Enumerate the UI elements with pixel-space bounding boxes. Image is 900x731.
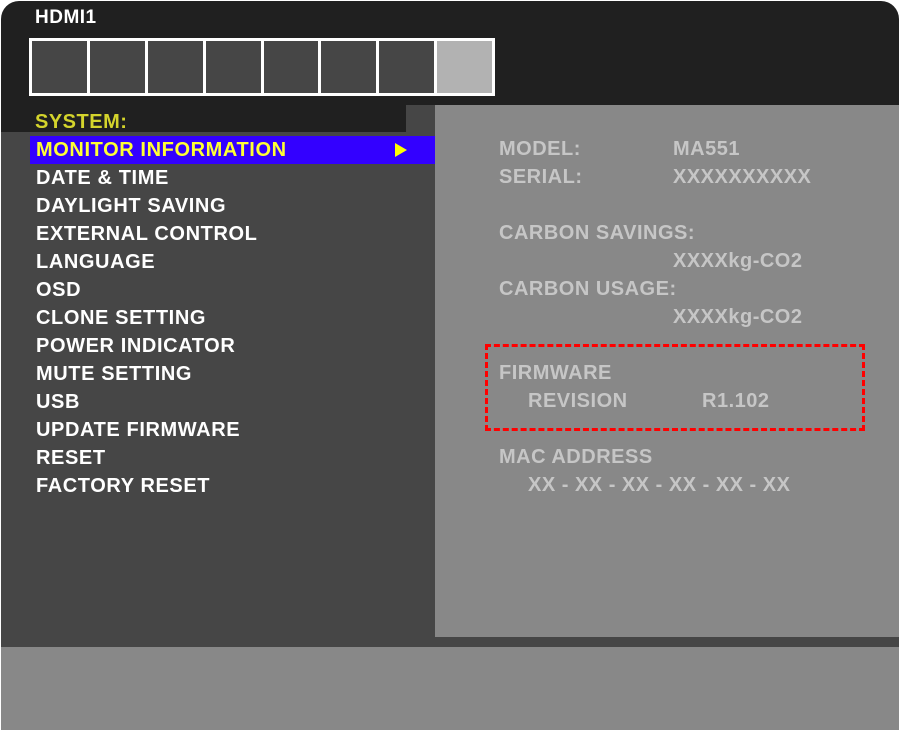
- menu-item-clone-setting[interactable]: CLONE SETTING: [30, 304, 435, 332]
- input-source-label: HDMI1: [35, 7, 97, 28]
- carbon-usage-value: XXXXkg-CO2: [673, 306, 803, 328]
- revision-label: REVISION: [528, 390, 628, 412]
- category-tabs: [29, 38, 495, 96]
- carbon-savings-value: XXXXkg-CO2: [673, 250, 803, 272]
- menu-item-external-control[interactable]: EXTERNAL CONTROL: [30, 220, 435, 248]
- menu-item-label: MONITOR INFORMATION: [36, 139, 287, 161]
- menu-item-label: OSD: [36, 279, 82, 301]
- divider: [1, 637, 899, 647]
- menu-item-date-time[interactable]: DATE & TIME: [30, 164, 435, 192]
- menu-item-label: EXTERNAL CONTROL: [36, 223, 258, 245]
- menu-item-label: LANGUAGE: [36, 251, 156, 273]
- menu-item-label: FACTORY RESET: [36, 475, 211, 497]
- section-title: SYSTEM:: [35, 111, 128, 133]
- category-tab-5[interactable]: [263, 41, 319, 93]
- menu-panel-corner: [406, 105, 436, 133]
- menu-item-power-indicator[interactable]: POWER INDICATOR: [30, 332, 435, 360]
- menu-item-label: POWER INDICATOR: [36, 335, 236, 357]
- category-tab-6[interactable]: [321, 41, 377, 93]
- osd-window: HDMI1 SYSTEM: MONITOR INFORMATION DATE &…: [1, 1, 899, 730]
- carbon-savings-label: CARBON SAVINGS:: [499, 222, 696, 244]
- arrow-right-icon: [395, 143, 407, 157]
- menu-item-label: UPDATE FIRMWARE: [36, 419, 241, 441]
- menu-item-osd[interactable]: OSD: [30, 276, 435, 304]
- menu-item-reset[interactable]: RESET: [30, 444, 435, 472]
- menu-item-usb[interactable]: USB: [30, 388, 435, 416]
- serial-value: XXXXXXXXXX: [673, 166, 812, 188]
- mac-address-label: MAC ADDRESS: [499, 446, 653, 468]
- category-tab-3[interactable]: [147, 41, 203, 93]
- firmware-label: FIRMWARE: [499, 362, 612, 384]
- menu-item-label: RESET: [36, 447, 106, 469]
- menu-item-mute-setting[interactable]: MUTE SETTING: [30, 360, 435, 388]
- menu-item-monitor-information[interactable]: MONITOR INFORMATION: [30, 136, 435, 164]
- category-tab-4[interactable]: [205, 41, 261, 93]
- menu-item-label: CLONE SETTING: [36, 307, 207, 329]
- menu-item-daylight-saving[interactable]: DAYLIGHT SAVING: [30, 192, 435, 220]
- firmware-highlight-annotation: [485, 344, 865, 431]
- menu-item-language[interactable]: LANGUAGE: [30, 248, 435, 276]
- menu-item-label: MUTE SETTING: [36, 363, 193, 385]
- menu-item-label: DAYLIGHT SAVING: [36, 195, 227, 217]
- menu-item-update-firmware[interactable]: UPDATE FIRMWARE: [30, 416, 435, 444]
- model-value: MA551: [673, 138, 740, 160]
- model-label: MODEL:: [499, 138, 581, 160]
- menu-item-label: DATE & TIME: [36, 167, 169, 189]
- revision-value: R1.102: [702, 390, 770, 412]
- serial-label: SERIAL:: [499, 166, 583, 188]
- category-tab-7[interactable]: [379, 41, 435, 93]
- system-menu: MONITOR INFORMATION DATE & TIME DAYLIGHT…: [30, 136, 435, 500]
- carbon-usage-label: CARBON USAGE:: [499, 278, 677, 300]
- status-bar: [1, 647, 899, 730]
- category-tab-system[interactable]: [437, 41, 492, 93]
- menu-item-factory-reset[interactable]: FACTORY RESET: [30, 472, 435, 500]
- menu-item-label: USB: [36, 391, 81, 413]
- category-tab-2[interactable]: [89, 41, 145, 93]
- mac-address-value: XX - XX - XX - XX - XX - XX: [528, 474, 791, 496]
- category-tab-1[interactable]: [32, 41, 87, 93]
